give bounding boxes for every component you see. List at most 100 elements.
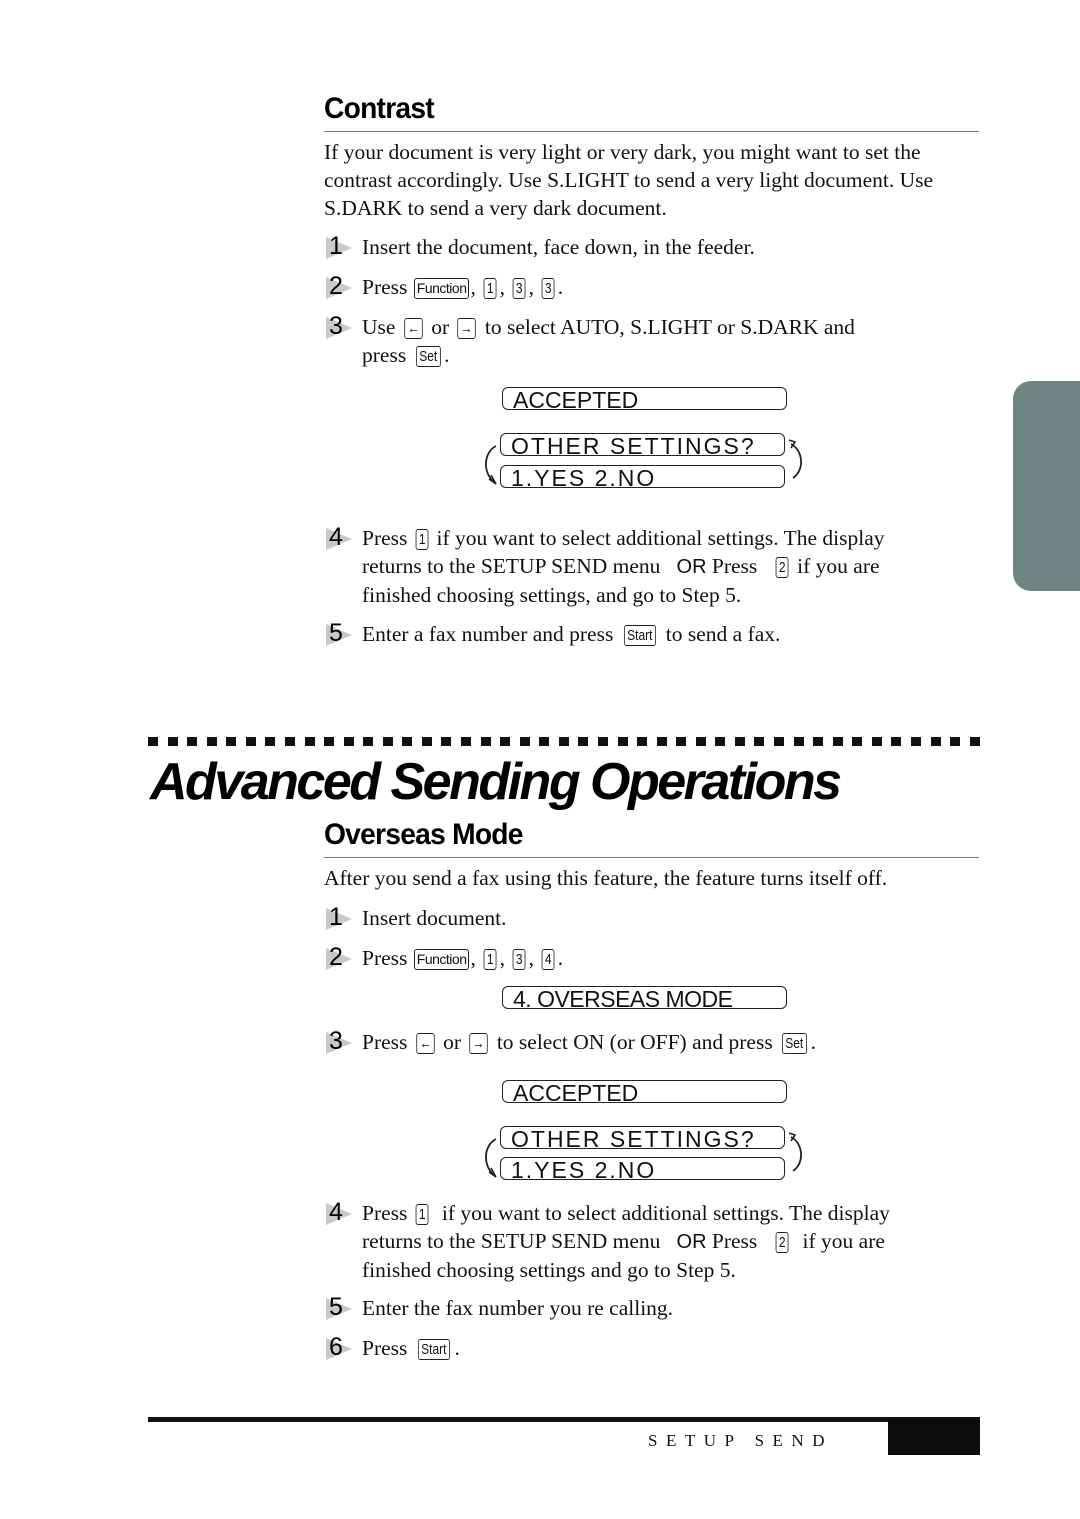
rule-dot — [245, 737, 256, 746]
cycle-arrow-left-icon — [485, 445, 497, 485]
key-1: 1 — [415, 1204, 429, 1225]
step-text: Press — [362, 1201, 408, 1225]
step-marker: 3 — [324, 1027, 358, 1056]
lcd-yes-no: 1.YES 2.NO — [500, 1157, 785, 1180]
step-marker: 2 — [324, 272, 358, 301]
step-text: press — [362, 343, 407, 367]
overseas-step-6: 6 Press Start. — [324, 1333, 984, 1362]
rule-dot — [519, 737, 530, 746]
step-text: to select ON (or OFF) and press — [496, 1030, 773, 1054]
contrast-intro: If your document is very light or very d… — [324, 140, 934, 220]
lcd-accepted: ACCEPTED — [502, 387, 787, 410]
rule-dot — [226, 737, 237, 746]
step-text: Press — [711, 554, 758, 578]
overseas-heading: Overseas Mode — [324, 818, 523, 851]
step-marker: 1 — [324, 232, 358, 261]
right-arrow-key-icon: → — [469, 1033, 489, 1054]
rule-dot — [187, 737, 198, 746]
rule-dot — [578, 737, 589, 746]
key-3: 3 — [512, 949, 527, 970]
rule-dot — [284, 737, 295, 746]
footer-rule — [148, 1417, 980, 1422]
step-marker: 5 — [324, 1293, 358, 1322]
rule-dot — [558, 737, 569, 746]
step-text: Press — [711, 1229, 758, 1253]
or-label: OR — [676, 556, 707, 578]
contrast-heading-rule — [324, 131, 979, 132]
overseas-step-2: 2 Press Function, 1, 3, 4. — [324, 943, 984, 972]
rule-dot — [734, 737, 745, 746]
step-text: if you want to select additional setting… — [441, 1201, 890, 1225]
rule-dot — [206, 737, 217, 746]
rule-dot — [324, 737, 335, 746]
key-1: 1 — [483, 278, 497, 299]
step-text: Use — [362, 315, 396, 339]
function-key: Function — [413, 278, 470, 299]
rule-dot — [167, 737, 178, 746]
rule-dot — [969, 737, 980, 746]
cycle-arrow-left-icon — [485, 1138, 497, 1178]
lcd-other-settings: OTHER SETTINGS? — [500, 433, 785, 456]
step-marker: 6 — [324, 1333, 358, 1362]
cycle-arrow-right-icon — [788, 1132, 802, 1172]
contrast-step-5: 5 Enter a fax number and press Start to … — [324, 619, 984, 648]
right-arrow-key-icon: → — [457, 318, 477, 339]
step-text: finished choosing settings and go to Ste… — [362, 1258, 736, 1282]
step-text: Press — [362, 946, 408, 970]
step-marker: 2 — [324, 943, 358, 972]
step-text: Insert document. — [362, 906, 507, 930]
rule-dot — [402, 737, 413, 746]
rule-dot — [950, 737, 961, 746]
overseas-step-1: 1 Insert document. — [324, 903, 984, 932]
rule-dot — [754, 737, 765, 746]
step-text: if you want to select additional setting… — [436, 526, 885, 550]
function-key: Function — [413, 949, 470, 970]
step-text: to send a fax. — [665, 622, 781, 646]
cycle-arrow-right-icon — [788, 439, 802, 479]
chapter-side-tab — [1013, 381, 1080, 591]
overseas-heading-rule — [324, 857, 979, 858]
rule-dot — [793, 737, 804, 746]
rule-dot — [480, 737, 491, 746]
start-key: Start — [417, 1339, 450, 1360]
step-text: Enter a fax number and press — [362, 622, 614, 646]
rule-dot — [343, 737, 354, 746]
step-text: Press — [362, 1030, 408, 1054]
step-text: Enter the fax number you re calling. — [362, 1296, 674, 1320]
overseas-step-4: 4 Press 1 if you want to select addition… — [324, 1198, 984, 1284]
step-text: returns to the SETUP SEND menu — [362, 554, 661, 578]
rule-dot — [695, 737, 706, 746]
overseas-step-3: 3 Press ← or → to select ON (or OFF) and… — [324, 1027, 984, 1056]
left-arrow-key-icon: ← — [404, 318, 423, 339]
rule-dot — [910, 737, 921, 746]
set-key: Set — [415, 346, 441, 367]
rule-dot — [617, 737, 628, 746]
section-dotted-rule — [148, 737, 980, 746]
key-2: 2 — [776, 1232, 790, 1253]
rule-dot — [421, 737, 432, 746]
step-text: Press — [362, 526, 408, 550]
step-text: Press — [362, 275, 408, 299]
step-marker: 3 — [324, 312, 358, 341]
rule-dot — [871, 737, 882, 746]
contrast-heading: Contrast — [324, 92, 435, 125]
or-label: OR — [676, 1231, 707, 1253]
section-title: Advanced Sending Operations — [150, 753, 842, 811]
rule-dot — [637, 737, 648, 746]
rule-dot — [441, 737, 452, 746]
step-text: Insert the document, face down, in the f… — [362, 235, 755, 259]
step-text: if you are — [797, 554, 880, 578]
rule-dot — [891, 737, 902, 746]
step-text: or — [431, 315, 450, 339]
rule-dot — [715, 737, 726, 746]
contrast-step-4: 4 Press 1 if you want to select addition… — [324, 523, 984, 609]
step-text: or — [443, 1030, 462, 1054]
key-1: 1 — [415, 529, 429, 550]
rule-dot — [676, 737, 687, 746]
lcd-overseas-mode: 4. OVERSEAS MODE — [502, 986, 787, 1009]
rule-dot — [774, 737, 784, 746]
rule-dot — [304, 737, 315, 746]
set-key: Set — [782, 1033, 807, 1054]
rule-dot — [265, 737, 276, 746]
overseas-step-5: 5 Enter the fax number you re calling. — [324, 1293, 984, 1322]
